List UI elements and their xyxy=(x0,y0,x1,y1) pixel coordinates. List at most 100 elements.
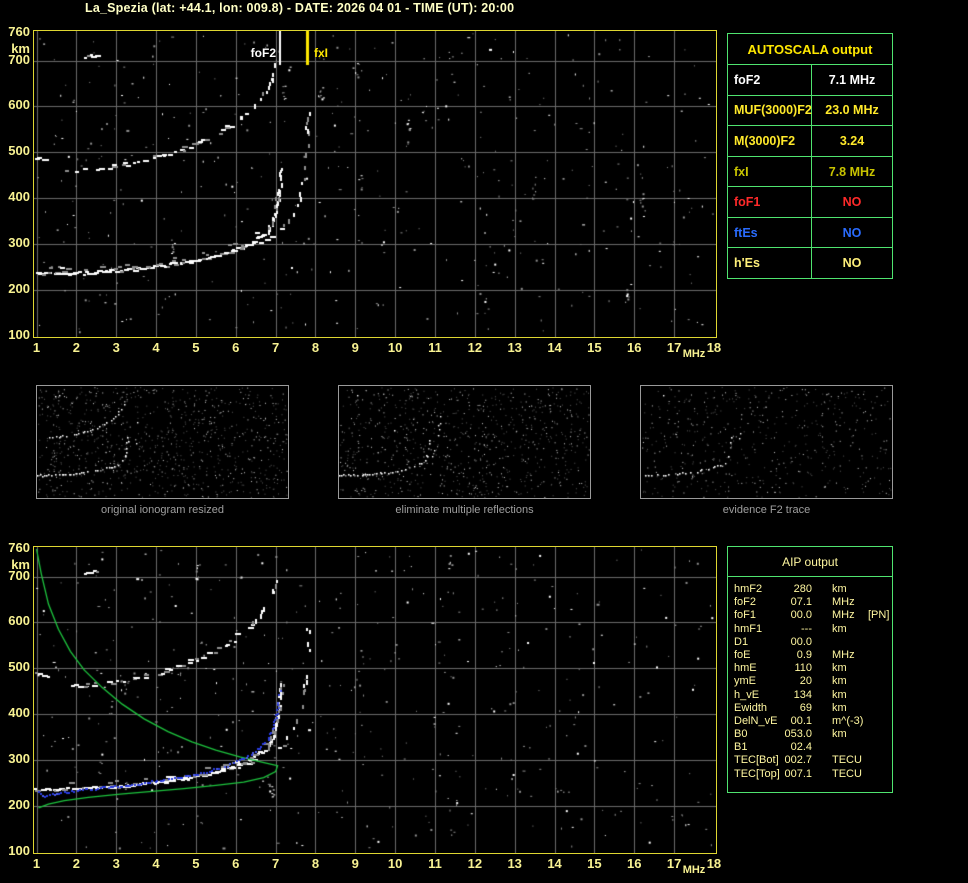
x-tick-label: 12 xyxy=(467,856,483,871)
parameter-value: 0.9 xyxy=(796,648,812,661)
x-tick-label: 1 xyxy=(32,856,41,871)
parameter-note: [PN] xyxy=(868,609,890,622)
parameter-value: 00.1 xyxy=(790,714,812,727)
parameter-label: foF1 xyxy=(728,187,812,217)
y-tick-label: 760 xyxy=(8,24,30,39)
parameter-unit: km xyxy=(832,728,847,741)
parameter-value: 00.0 xyxy=(790,635,812,648)
x-tick-label: 9 xyxy=(351,340,359,355)
parameter-unit: TECU xyxy=(832,767,862,780)
x-tick-label: 13 xyxy=(507,856,522,871)
x-tick-label: 6 xyxy=(232,340,240,355)
foF2-marker-label: foF2 xyxy=(250,46,276,60)
aip-table-title: AIP output xyxy=(728,547,892,577)
y-axis-unit-label: km xyxy=(11,41,30,56)
x-tick-label: 12 xyxy=(467,340,483,355)
x-tick-label: 4 xyxy=(152,856,160,871)
profile-ionogram-plot xyxy=(33,546,717,854)
x-axis-unit-label: MHz xyxy=(682,864,706,876)
autoscala-window: La_Spezia (lat: +44.1, lon: 009.8) - DAT… xyxy=(0,0,968,883)
x-tick-label: 6 xyxy=(232,856,240,871)
aip-table-row: TEC[Top] 007.1 TECU xyxy=(734,768,892,781)
parameter-value: NO xyxy=(842,225,862,240)
y-axis-unit-label: km xyxy=(11,557,30,572)
thumbnail-caption-evidence: evidence F2 trace xyxy=(722,504,811,516)
parameter-unit: MHz xyxy=(832,648,855,661)
x-tick-label: 10 xyxy=(387,856,403,871)
parameter-value: 20 xyxy=(799,675,812,688)
parameter-label: foF2 xyxy=(728,65,812,95)
aip-table-row: hmF2 280 km xyxy=(734,583,892,596)
aip-output-table: AIP output hmF2 280 km foF2 07.1 MHz foF1 00.0 M… xyxy=(727,546,893,793)
parameter-label: M(3000)F2 xyxy=(728,126,812,156)
parameter-value: 69 xyxy=(799,701,812,714)
y-tick-label: 200 xyxy=(8,281,30,297)
aip-table-row: hmF1 --- km xyxy=(734,623,892,636)
x-tick-label: 16 xyxy=(627,340,642,355)
parameter-unit: MHz xyxy=(832,609,855,622)
parameter-unit: m^(-3) xyxy=(832,714,864,727)
y-tick-label: 400 xyxy=(8,705,30,721)
parameter-value: NO xyxy=(842,256,862,271)
autoscala-table-row: fxI 7.8 MHz xyxy=(728,156,892,188)
parameter-label: fxI xyxy=(728,156,812,187)
aip-table-row: B0 053.0 km xyxy=(734,728,892,741)
parameter-label: MUF(3000)F2 xyxy=(728,95,812,126)
fxI-marker-label: fxI xyxy=(314,46,329,60)
y-tick-label: 200 xyxy=(8,797,30,813)
parameter-unit: km xyxy=(832,688,847,701)
autoscala-table-row: foF2 7.1 MHz xyxy=(728,65,892,96)
x-tick-label: 1 xyxy=(32,340,41,355)
aip-table-row: foF1 00.0 MHz [PN] xyxy=(734,609,892,622)
autoscala-table-row: ftEs NO xyxy=(728,217,892,249)
y-tick-label: 500 xyxy=(8,659,30,675)
thumbnail-eliminate-canvas xyxy=(339,386,590,498)
x-tick-label: 9 xyxy=(351,856,359,871)
parameter-value: 3.24 xyxy=(839,133,865,148)
autoscala-table-row: foF1 NO xyxy=(728,187,892,218)
parameter-label: h'Es xyxy=(728,248,812,279)
x-tick-label: 14 xyxy=(547,856,562,871)
aip-table-row: Ewidth 69 km xyxy=(734,702,892,715)
parameter-value: 07.1 xyxy=(790,596,812,609)
autoscala-table-rows: foF2 7.1 MHz MUF(3000)F2 23.0 MHz M(3000)F2 3… xyxy=(728,65,892,279)
parameter-value: 23.0 MHz xyxy=(825,103,879,118)
parameter-unit: km xyxy=(832,675,847,688)
thumbnail-original-canvas xyxy=(37,386,288,498)
aip-table-rows: hmF2 280 km foF2 07.1 MHz foF1 00.0 MHz [PN] hmF1-… xyxy=(728,577,892,781)
y-tick-label: 500 xyxy=(8,143,30,159)
thumbnail-original-ionogram xyxy=(36,385,289,499)
x-tick-label: 3 xyxy=(112,340,120,355)
x-tick-label: 3 xyxy=(112,856,120,871)
y-tick-label: 100 xyxy=(8,842,30,858)
parameter-label: ftEs xyxy=(728,217,812,248)
aip-table-row: D1 00.0 xyxy=(734,636,892,649)
y-tick-label: 600 xyxy=(8,97,30,113)
x-tick-label: 7 xyxy=(271,856,280,871)
aip-table-row: DelN_vE 00.1 m^(-3) xyxy=(734,715,892,728)
parameter-value: 053.0 xyxy=(784,728,812,741)
y-tick-label: 300 xyxy=(8,751,30,767)
page-title: La_Spezia (lat: +44.1, lon: 009.8) - DAT… xyxy=(85,1,515,15)
parameter-unit: MHz xyxy=(832,596,855,609)
aip-table-row: B1 02.4 xyxy=(734,741,892,754)
x-tick-label: 2 xyxy=(72,340,80,355)
main-ionogram-plot: foF2 fxI xyxy=(33,30,717,338)
parameter-value: NO xyxy=(842,195,862,210)
parameter-unit: km xyxy=(832,662,847,675)
x-tick-label: 15 xyxy=(587,340,602,355)
aip-table-row: foE 0.9 MHz xyxy=(734,649,892,662)
x-axis-unit-label: MHz xyxy=(682,348,706,360)
autoscala-table-row: MUF(3000)F2 23.0 MHz xyxy=(728,95,892,127)
x-tick-label: 5 xyxy=(192,856,200,871)
parameter-value: 134 xyxy=(793,688,812,701)
y-tick-label: 300 xyxy=(8,235,30,251)
x-tick-label: 11 xyxy=(428,856,442,871)
thumbnail-evidence-canvas xyxy=(641,386,892,498)
y-tick-label: 100 xyxy=(8,326,30,342)
autoscala-table-title: AUTOSCALA output xyxy=(728,34,892,65)
x-tick-label: 8 xyxy=(311,856,320,871)
x-tick-label: 11 xyxy=(428,340,442,355)
parameter-unit: km xyxy=(832,583,847,595)
y-tick-label: 760 xyxy=(8,540,30,555)
